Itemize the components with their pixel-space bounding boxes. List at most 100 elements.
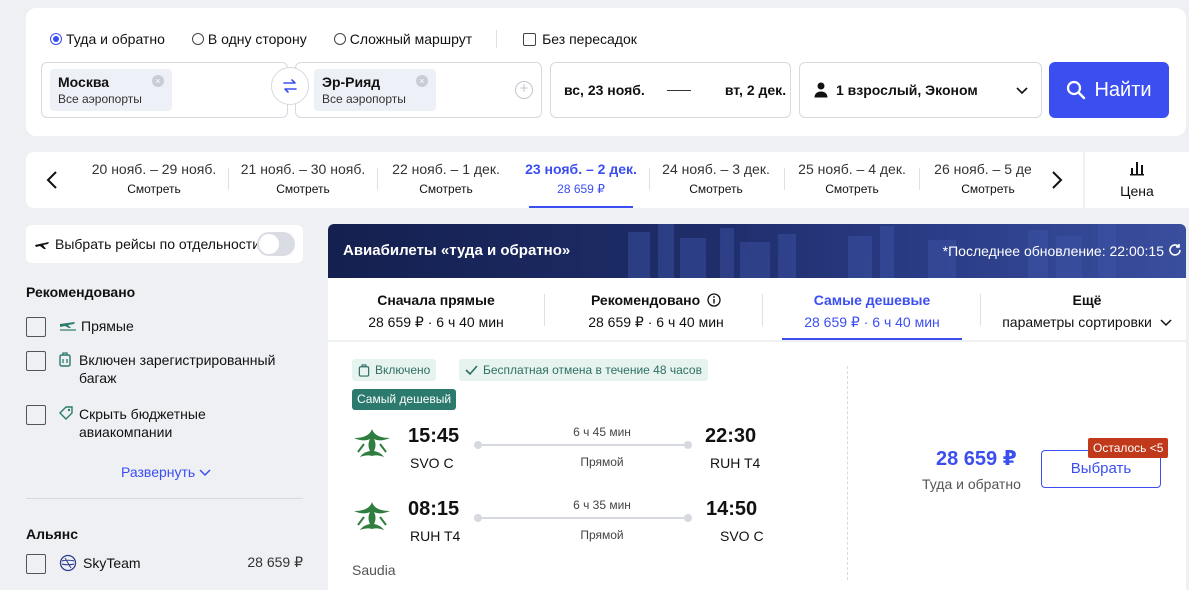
origin-field[interactable]: Москва Все аэропорты × — [41, 62, 288, 118]
divider — [980, 294, 981, 326]
airline-name: Saudia — [352, 562, 396, 578]
route-line — [474, 514, 692, 522]
refresh-icon[interactable] — [1168, 243, 1182, 257]
plane-icon — [35, 242, 49, 249]
date-option[interactable]: 22 нояб. – 1 дек. Смотреть — [384, 152, 508, 208]
clear-destination-icon[interactable]: × — [415, 75, 428, 87]
departure-time: 08:15 — [408, 498, 460, 520]
clear-origin-icon[interactable]: × — [151, 75, 164, 87]
flight-stops: Прямой — [580, 455, 624, 469]
trip-type-selector: Туда и обратно В одну сторону Сложный ма… — [50, 30, 637, 48]
bar-chart-icon — [1130, 162, 1144, 176]
checkbox[interactable] — [26, 554, 46, 574]
seats-left-badge: Осталось <5 — [1088, 438, 1169, 458]
toggle-switch[interactable] — [257, 232, 295, 256]
date-option[interactable]: 25 нояб. – 4 дек. Смотреть — [790, 152, 914, 208]
radio-round-trip[interactable]: Туда и обратно — [50, 31, 165, 47]
departure-airport: RUH T4 — [410, 528, 461, 544]
direct-flight-icon — [60, 322, 76, 331]
divider — [919, 168, 920, 190]
luggage-icon — [358, 363, 370, 377]
filter-hide-budget[interactable]: Скрыть бюджетные авиакомпании — [26, 405, 279, 441]
divider — [377, 168, 378, 190]
chevron-down-icon — [199, 469, 211, 477]
luggage-icon — [59, 352, 71, 367]
checkbox[interactable] — [26, 351, 46, 371]
check-icon — [465, 365, 478, 375]
departure-airport: SVO C — [410, 455, 454, 471]
flight-duration: 6 ч 35 мин — [573, 498, 631, 512]
sort-bar: Сначала прямые 28 659 ₽ · 6 ч 40 мин Рек… — [328, 278, 1186, 340]
flight-duration: 6 ч 45 мин — [573, 425, 631, 439]
date-dash — [666, 89, 691, 91]
add-destination-icon[interactable]: + — [515, 81, 533, 99]
date-option[interactable]: 24 нояб. – 3 дек. Смотреть — [654, 152, 778, 208]
arrival-time: 14:50 — [706, 498, 758, 520]
date-option[interactable]: 20 нояб. – 29 нояб. Смотреть — [86, 152, 222, 208]
date-option[interactable]: 21 нояб. – 30 нояб. Смотреть — [235, 152, 371, 208]
checkbox[interactable] — [26, 405, 46, 425]
passengers-field[interactable]: 1 взрослый, Эконом — [799, 62, 1042, 118]
destination-field[interactable]: Эр-Рияд Все аэропорты × + — [295, 62, 542, 118]
search-form: Туда и обратно В одну сторону Сложный ма… — [26, 8, 1186, 136]
separate-flights-toggle[interactable]: Выбрать рейсы по отдельности — [26, 225, 303, 263]
sort-tab-more[interactable]: Ещё параметры сортировки — [992, 278, 1182, 340]
alliance-price: 28 659 ₽ — [247, 554, 303, 570]
sort-tab-cheapest[interactable]: Самые дешевые 28 659 ₽ · 6 ч 40 мин — [772, 278, 972, 340]
badge-cheapest: Самый дешевый — [352, 389, 457, 410]
date-strip-prev-button[interactable] — [26, 152, 78, 208]
arrival-time: 22:30 — [705, 425, 757, 447]
expand-filters-link[interactable]: Развернуть — [121, 464, 211, 480]
origin-chip: Москва Все аэропорты × — [50, 69, 172, 111]
route-line — [474, 441, 692, 449]
flight-leg-return: 08:15 RUH T4 6 ч 35 мин Прямой 14:50 SVO… — [352, 498, 772, 550]
radio-dot — [50, 33, 62, 45]
date-strip: 20 нояб. – 29 нояб. Смотреть 21 нояб. – … — [26, 152, 1083, 208]
dates-field[interactable]: вс, 23 нояб. вт, 2 дек. — [550, 62, 791, 118]
divider — [784, 168, 785, 190]
price-chart-toggle[interactable]: Цена — [1085, 152, 1189, 208]
badge-baggage-included: Включено — [352, 359, 437, 381]
checkbox[interactable] — [26, 317, 46, 337]
active-underline — [529, 206, 633, 208]
radio-one-way[interactable]: В одну сторону — [191, 31, 307, 47]
divider — [496, 30, 498, 48]
radio-multi-city[interactable]: Сложный маршрут — [333, 31, 472, 47]
flight-card[interactable]: Включено Бесплатная отмена в течение 48 … — [328, 342, 1186, 590]
no-transfers-checkbox[interactable]: Без пересадок — [523, 31, 637, 47]
ticket-price: 28 659 ₽ — [936, 448, 1017, 470]
find-button[interactable]: Найти — [1049, 62, 1169, 118]
swap-icon — [283, 79, 297, 93]
flight-stops: Прямой — [580, 528, 624, 542]
results-banner: Авиабилеты «туда и обратно» *Последнее о… — [328, 224, 1186, 278]
arrival-airport: SVO C — [720, 528, 764, 544]
date-strip-next-button[interactable] — [1031, 152, 1083, 208]
info-icon[interactable] — [707, 293, 721, 307]
swap-cities-button[interactable] — [271, 67, 309, 105]
chevron-left-icon — [46, 171, 57, 189]
filter-direct[interactable]: Прямые — [26, 317, 134, 337]
chevron-right-icon — [1052, 171, 1063, 189]
sort-tab-recommended[interactable]: Рекомендовано 28 659 ₽ · 6 ч 40 мин — [556, 278, 756, 340]
divider — [26, 498, 303, 499]
price-note: Туда и обратно — [922, 476, 1021, 492]
filter-skyteam[interactable]: SkyTeam 28 659 ₽ — [26, 554, 303, 574]
divider — [649, 168, 650, 190]
destination-chip: Эр-Рияд Все аэропорты × — [314, 69, 436, 111]
origin-city: Москва — [58, 74, 110, 90]
divider — [847, 366, 848, 580]
filter-baggage[interactable]: Включен зарегистрированный багаж — [26, 351, 299, 387]
date-option-active[interactable]: 23 нояб. – 2 дек. 28 659 ₽ — [511, 152, 651, 208]
radio-dot — [333, 33, 346, 45]
person-icon — [814, 82, 828, 98]
search-icon — [1067, 80, 1086, 100]
arrival-airport: RUH T4 — [710, 455, 761, 471]
sort-tab-direct[interactable]: Сначала прямые 28 659 ₽ · 6 ч 40 мин — [338, 278, 534, 340]
recommended-title: Рекомендовано — [26, 284, 136, 300]
skyteam-logo-icon — [59, 554, 77, 572]
origin-airports: Все аэропорты — [58, 92, 142, 106]
divider — [762, 294, 763, 326]
last-update: *Последнее обновление: 22:00:15 — [942, 243, 1164, 259]
tag-icon — [59, 406, 73, 420]
flight-leg-outbound: 15:45 SVO C 6 ч 45 мин Прямой 22:30 RUH … — [352, 425, 772, 477]
